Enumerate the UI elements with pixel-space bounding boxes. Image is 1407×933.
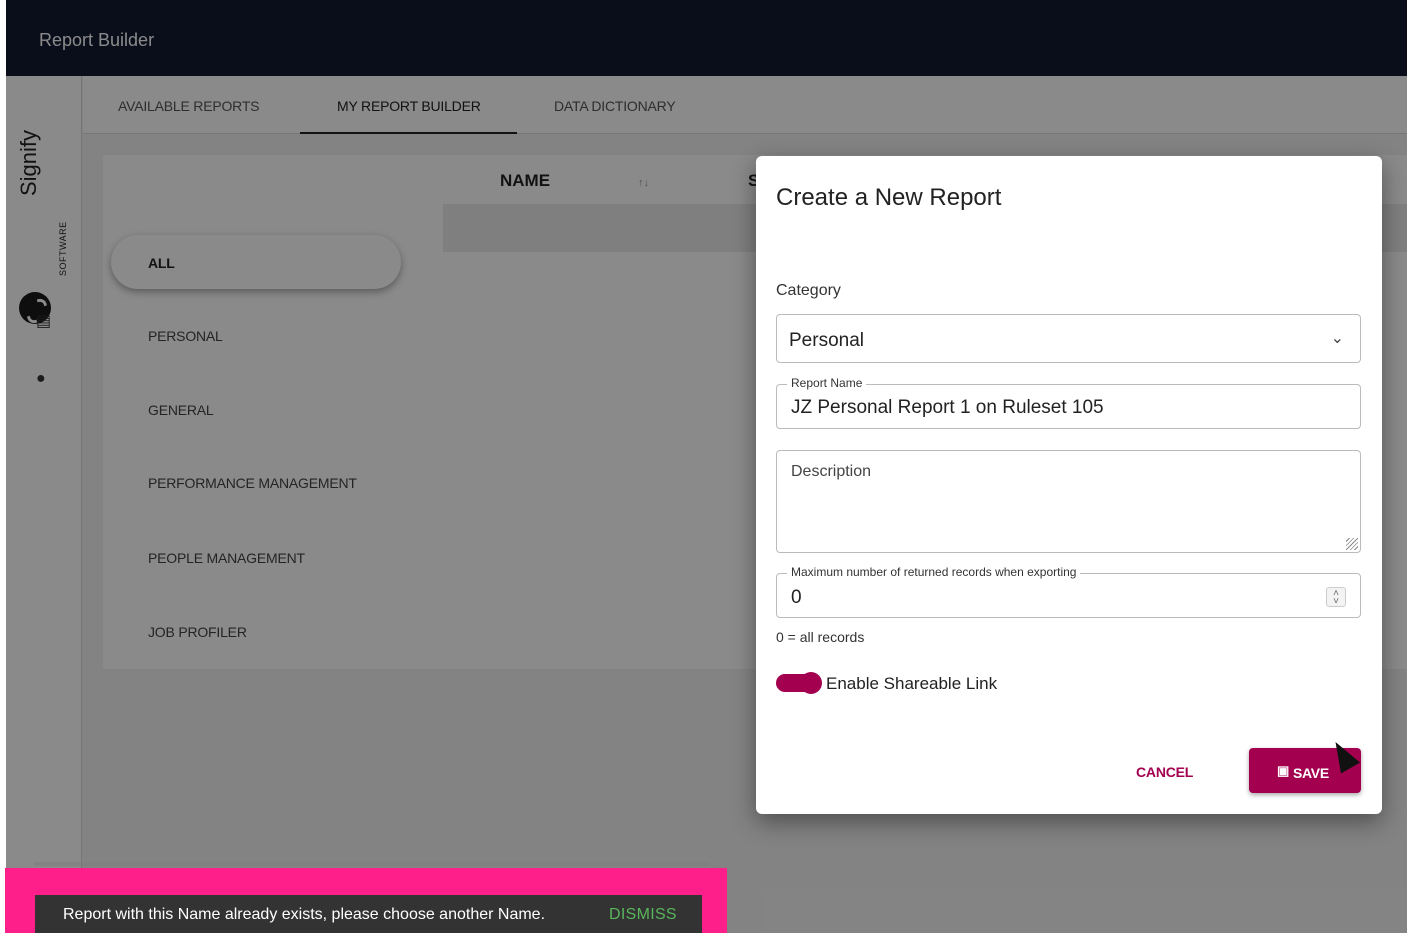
dismiss-button[interactable]: DISMISS bbox=[609, 906, 677, 924]
app-window: Report Builder Signify SOFTWARE ▤ ● AVAI… bbox=[6, 0, 1407, 933]
save-button-label: SAVE bbox=[1293, 765, 1329, 781]
error-snackbar: Report with this Name already exists, pl… bbox=[35, 895, 702, 933]
description-placeholder: Description bbox=[791, 463, 872, 480]
resize-handle-icon[interactable] bbox=[1346, 538, 1358, 550]
category-select[interactable]: Personal ⌄ bbox=[776, 314, 1361, 363]
chevron-down-icon: ⌄ bbox=[1330, 330, 1344, 347]
number-stepper-icon[interactable]: ˄ ˅ bbox=[1326, 587, 1346, 607]
description-textarea[interactable]: Description bbox=[776, 450, 1361, 553]
max-records-hint: 0 = all records bbox=[776, 629, 865, 645]
max-records-label: Maximum number of returned records when … bbox=[787, 565, 1081, 579]
report-name-value: JZ Personal Report 1 on Ruleset 105 bbox=[791, 397, 1104, 418]
report-name-field[interactable]: Report Name JZ Personal Report 1 on Rule… bbox=[776, 376, 1361, 429]
snackbar-highlight: Report with this Name already exists, pl… bbox=[5, 868, 727, 933]
save-disk-icon: ▣ bbox=[1277, 763, 1290, 778]
shareable-link-toggle[interactable] bbox=[776, 671, 822, 695]
category-label: Category bbox=[776, 282, 841, 299]
dialog-title: Create a New Report bbox=[776, 184, 1002, 211]
max-records-value: 0 bbox=[791, 587, 802, 608]
max-records-field[interactable]: Maximum number of returned records when … bbox=[776, 565, 1361, 618]
toggle-knob bbox=[800, 672, 822, 694]
report-name-label: Report Name bbox=[787, 376, 867, 390]
create-report-dialog: Create a New Report Category Personal ⌄ … bbox=[756, 156, 1382, 814]
category-select-value: Personal bbox=[789, 330, 864, 351]
cancel-button[interactable]: CANCEL bbox=[1136, 764, 1193, 780]
snackbar-message: Report with this Name already exists, pl… bbox=[63, 906, 546, 923]
shareable-link-label: Enable Shareable Link bbox=[826, 674, 998, 693]
